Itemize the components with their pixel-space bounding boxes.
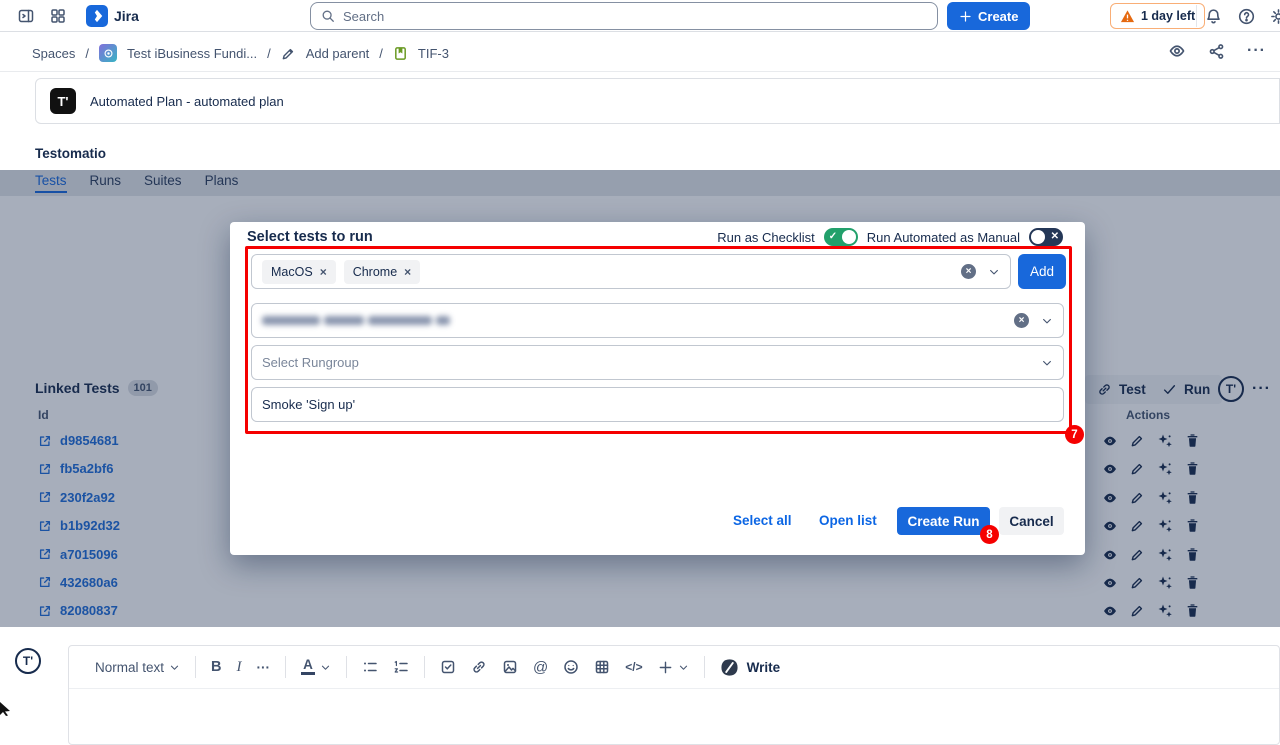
mouse-cursor [0, 702, 10, 716]
settings-gear-icon[interactable] [1270, 8, 1280, 25]
testomatio-logo-icon: T' [50, 88, 76, 114]
editor-toolbar: Normal text B I ··· A @ [69, 646, 1279, 689]
remove-tag-icon[interactable]: × [320, 265, 327, 279]
bold-button[interactable]: B [211, 659, 221, 675]
tag-chip-macos: MacOS × [262, 260, 336, 284]
italic-button[interactable]: I [237, 659, 242, 676]
edit-pencil-icon [281, 46, 296, 61]
chevron-down-icon [1041, 357, 1053, 369]
sidebar-toggle-icon[interactable] [18, 8, 34, 24]
breadcrumb-separator: / [85, 46, 89, 61]
redacted-selection-text [262, 316, 450, 325]
assignee-select-field[interactable]: × [251, 303, 1064, 338]
tag-chip-chrome: Chrome × [344, 260, 420, 284]
toolbar-divider [704, 656, 705, 678]
insert-more-button[interactable] [658, 660, 689, 675]
comment-author-avatar: T' [15, 648, 41, 674]
share-icon[interactable] [1208, 43, 1225, 60]
page-actions: ··· [1168, 42, 1266, 60]
breadcrumb-project[interactable]: Test iBusiness Fundi... [127, 46, 257, 61]
run-title-value: Smoke 'Sign up' [262, 397, 355, 412]
run-automated-as-manual-toggle[interactable]: ✕ [1029, 228, 1063, 246]
top-nav-bar: Jira Search Create 1 day left [0, 0, 1280, 32]
breadcrumb-bar: Spaces / Test iBusiness Fundi... / Add p… [0, 32, 1280, 72]
modal-toggles: Run as Checklist ✓ Run Automated as Manu… [717, 228, 1063, 246]
toolbar-divider [285, 656, 286, 678]
breadcrumb-add-parent[interactable]: Add parent [306, 46, 370, 61]
add-tag-button[interactable]: Add [1018, 254, 1066, 289]
cancel-button[interactable]: Cancel [999, 507, 1064, 535]
ai-write-button[interactable]: Write [720, 658, 781, 677]
comment-editor[interactable]: Normal text B I ··· A @ [68, 645, 1280, 745]
code-block-button[interactable]: </> [625, 660, 642, 674]
plus-icon [959, 10, 972, 23]
text-style-dropdown[interactable]: Normal text [95, 660, 180, 675]
watch-eye-icon[interactable] [1168, 42, 1186, 60]
testomatio-plugin-panel: Tests Runs Suites Plans Linked Tests 101… [0, 170, 1280, 627]
toolbar-divider [424, 656, 425, 678]
toolbar-divider [195, 656, 196, 678]
app-switcher-icon[interactable] [50, 8, 66, 24]
search-input[interactable]: Search [310, 2, 938, 30]
help-icon[interactable] [1238, 8, 1255, 25]
rungroup-placeholder: Select Rungroup [262, 355, 359, 370]
app-title: Jira [114, 8, 139, 24]
plan-title: Automated Plan - automated plan [90, 94, 284, 109]
chevron-down-icon [320, 662, 331, 673]
bullet-list-button[interactable] [362, 659, 378, 675]
project-avatar-icon [99, 44, 117, 62]
run-as-checklist-label: Run as Checklist [717, 230, 815, 245]
chevron-down-icon [678, 662, 689, 673]
clear-field-icon[interactable]: × [1014, 313, 1029, 328]
chevron-down-icon [988, 266, 1000, 278]
numbered-list-button[interactable] [393, 659, 409, 675]
warning-icon [1120, 9, 1135, 24]
issue-type-bookmark-icon [393, 46, 408, 61]
testomatio-section-heading: Testomatio [35, 146, 106, 161]
breadcrumb: Spaces / Test iBusiness Fundi... / Add p… [32, 44, 449, 62]
task-list-button[interactable] [440, 659, 456, 675]
annotation-step-8-badge: 8 [980, 525, 999, 544]
breadcrumb-separator: / [267, 46, 271, 61]
create-button[interactable]: Create [947, 2, 1030, 30]
modal-title: Select tests to run [247, 229, 373, 245]
trial-countdown-badge[interactable]: 1 day left [1110, 3, 1205, 29]
insert-link-button[interactable] [471, 659, 487, 675]
run-title-input[interactable]: Smoke 'Sign up' [251, 387, 1064, 422]
select-tests-modal: Select tests to run Run as Checklist ✓ R… [230, 222, 1085, 555]
notifications-icon[interactable] [1205, 8, 1222, 25]
write-ai-logo-icon [720, 658, 739, 677]
run-as-checklist-toggle[interactable]: ✓ [824, 228, 858, 246]
chevron-down-icon [1041, 315, 1053, 327]
search-icon [321, 9, 335, 23]
more-formatting-icon[interactable]: ··· [257, 660, 271, 675]
breadcrumb-issue-key[interactable]: TIF-3 [418, 46, 449, 61]
clear-field-icon[interactable]: × [961, 264, 976, 279]
toolbar-divider [346, 656, 347, 678]
text-color-button[interactable]: A [301, 659, 331, 675]
tags-multiselect-field[interactable]: MacOS × Chrome × × [251, 254, 1011, 289]
breadcrumb-spaces[interactable]: Spaces [32, 46, 75, 61]
more-actions-icon[interactable]: ··· [1247, 42, 1266, 60]
run-automated-as-manual-label: Run Automated as Manual [867, 230, 1020, 245]
jira-logo-icon[interactable] [86, 5, 108, 27]
remove-tag-icon[interactable]: × [404, 265, 411, 279]
select-all-link[interactable]: Select all [733, 513, 792, 528]
insert-table-button[interactable] [594, 659, 610, 675]
emoji-button[interactable] [563, 659, 579, 675]
automated-plan-card[interactable]: T' Automated Plan - automated plan [35, 78, 1280, 124]
create-run-button[interactable]: Create Run [897, 507, 990, 535]
breadcrumb-separator: / [379, 46, 383, 61]
open-list-link[interactable]: Open list [819, 513, 877, 528]
annotation-step-7-badge: 7 [1065, 425, 1084, 444]
chevron-down-icon [169, 662, 180, 673]
rungroup-select-field[interactable]: Select Rungroup [251, 345, 1064, 380]
topbar-divider [1196, 5, 1197, 27]
mention-button[interactable]: @ [533, 659, 548, 676]
insert-image-button[interactable] [502, 659, 518, 675]
search-placeholder: Search [343, 9, 384, 24]
